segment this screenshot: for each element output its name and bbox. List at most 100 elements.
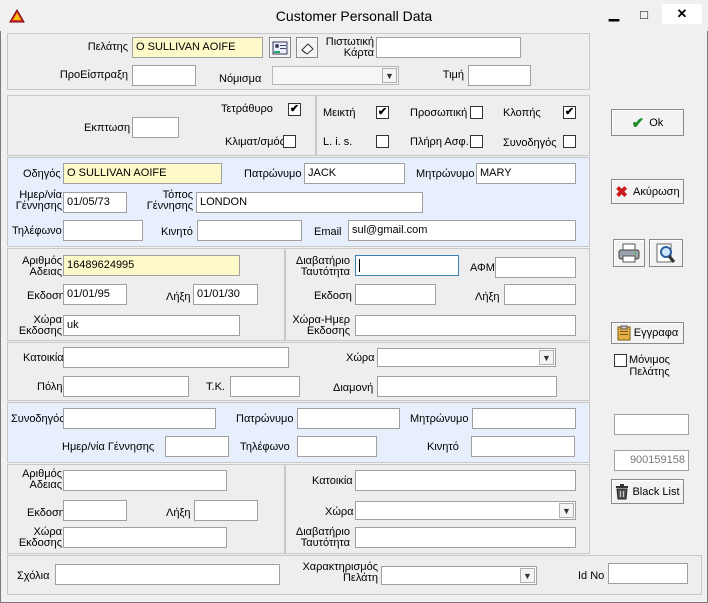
driver-phone-field[interactable] — [63, 220, 143, 241]
theft-label: Κλοπής — [503, 107, 541, 119]
four-door-checkbox[interactable]: ✔ — [288, 103, 301, 116]
zip-field[interactable] — [230, 376, 300, 397]
id-field[interactable] — [608, 563, 688, 584]
codriver-field[interactable] — [63, 408, 216, 429]
blacklist-button[interactable]: Black List — [611, 479, 684, 504]
codriver-issue-field[interactable] — [63, 500, 127, 521]
trash-icon — [616, 483, 629, 499]
id-label: Id No — [578, 570, 605, 582]
ac-checkbox[interactable] — [283, 135, 296, 148]
codriver-cc-label: Χώρα — [325, 506, 354, 518]
permanent-customer-checkbox[interactable] — [614, 354, 627, 367]
license-number-label: Αριθμός Αδειας — [22, 255, 62, 278]
country-label: Χώρα — [346, 352, 375, 364]
codriver-father-field[interactable] — [297, 408, 400, 429]
characterization-label: Χαρακτηρισμός Πελάτη — [302, 561, 378, 584]
price-field[interactable] — [468, 65, 531, 86]
documents-button[interactable]: Εγγραφα — [611, 322, 684, 344]
side-field-1[interactable] — [614, 414, 689, 435]
ac-label: Κλιματ/σμός — [225, 136, 285, 148]
driver-mother-field[interactable]: MARY — [476, 163, 576, 184]
customer-field[interactable]: O SULLIVAN AOIFE — [132, 37, 263, 58]
driver-label: Οδηγός — [23, 168, 61, 180]
mixed-label: Μεικτή — [323, 107, 356, 119]
codriver-father-label: Πατρώνυμο — [236, 413, 294, 425]
maximize-button[interactable]: □ — [630, 4, 658, 24]
driver-father-label: Πατρώνυμο — [244, 168, 302, 180]
country-select[interactable]: ▼ — [377, 348, 556, 367]
codriver-country-label: Χώρα Εκδοσης — [18, 526, 62, 549]
personal-label: Προσωπική — [410, 107, 468, 119]
driver-field[interactable]: O SULLIVAN AOIFE — [63, 163, 222, 184]
advance-field[interactable] — [132, 65, 196, 86]
codriver-country-field[interactable] — [63, 527, 227, 548]
full-insurance-checkbox[interactable] — [470, 135, 483, 148]
side-field-2: 900159158 — [614, 450, 689, 471]
codriver-residence-field[interactable] — [355, 470, 576, 491]
passport-field[interactable] — [355, 255, 459, 276]
mixed-checkbox[interactable]: ✔ — [376, 106, 389, 119]
credit-card-field[interactable] — [376, 37, 521, 58]
license-issue-field[interactable]: 01/01/95 — [63, 284, 127, 305]
codriver-country-select[interactable]: ▼ — [355, 501, 576, 520]
stay-field[interactable] — [377, 376, 557, 397]
chevron-down-icon: ▼ — [382, 68, 397, 83]
city-label: Πόλη — [37, 381, 63, 393]
theft-checkbox[interactable]: ✔ — [563, 106, 576, 119]
license-country-field[interactable]: uk — [63, 315, 240, 336]
codriver-mobile-field[interactable] — [471, 436, 575, 457]
codriver-issue-label: Εκδοση — [27, 507, 65, 519]
driver-father-field[interactable]: JACK — [304, 163, 405, 184]
chevron-down-icon: ▼ — [559, 503, 574, 518]
stay-label: Διαμονή — [333, 382, 374, 394]
afm-field[interactable] — [495, 257, 576, 278]
license-country-label: Χώρα Εκδοσης — [18, 314, 62, 337]
codriver-passport-label: Διαβατήριο Ταυτότητα — [295, 526, 350, 549]
codriver-mother-field[interactable] — [472, 408, 576, 429]
codriver-phone-field[interactable] — [297, 436, 377, 457]
city-field[interactable] — [63, 376, 189, 397]
credit-card-label: Πιστωτική Κάρτα — [325, 36, 374, 59]
driver-email-label: Email — [314, 226, 342, 238]
codriver-birth-field[interactable] — [165, 436, 229, 457]
price-label: Τιμή — [442, 69, 464, 81]
chevron-down-icon: ▼ — [520, 568, 535, 583]
residence-label: Κατοικία — [23, 352, 64, 364]
license-expiry-field[interactable]: 01/01/30 — [193, 284, 258, 305]
personal-checkbox[interactable] — [470, 106, 483, 119]
comments-label: Σχόλια — [17, 570, 50, 582]
print-button[interactable] — [613, 239, 645, 267]
codriver-license-field[interactable] — [63, 470, 227, 491]
customer-card-button[interactable] — [269, 37, 291, 58]
customer-erase-button[interactable] — [296, 37, 318, 58]
driver-option-label: Συνοδηγός — [503, 137, 557, 149]
driver-phone-label: Τηλέφωνο — [12, 225, 62, 237]
driver-birth-field[interactable]: 01/05/73 — [63, 192, 127, 213]
driver-mobile-label: Κινητό — [161, 226, 193, 238]
passport-country-field[interactable] — [355, 315, 576, 336]
codriver-passport-field[interactable] — [355, 527, 576, 548]
minimize-button[interactable]: ▁ — [600, 4, 628, 24]
discount-field[interactable] — [132, 117, 179, 138]
close-button[interactable]: ✕ — [662, 4, 702, 24]
driver-option-checkbox[interactable] — [563, 135, 576, 148]
residence-field[interactable] — [63, 347, 289, 368]
codriver-phone-label: Τηλέφωνο — [240, 441, 290, 453]
currency-select[interactable]: ▼ — [272, 66, 399, 85]
lis-checkbox[interactable] — [376, 135, 389, 148]
ok-button[interactable]: ✔ Ok — [611, 109, 684, 136]
cancel-button[interactable]: ✖ Ακύρωση — [611, 179, 684, 204]
license-expiry-label: Λήξη — [166, 291, 191, 303]
license-number-field[interactable]: 16489624995 — [63, 255, 240, 276]
passport-issue-field[interactable] — [355, 284, 436, 305]
codriver-expiry-field[interactable] — [194, 500, 258, 521]
passport-expiry-field[interactable] — [504, 284, 576, 305]
driver-email-field[interactable]: sul@gmail.com — [348, 220, 576, 241]
comments-field[interactable] — [55, 564, 280, 585]
driver-place-field[interactable]: LONDON — [196, 192, 423, 213]
clipboard-icon — [617, 325, 631, 341]
preview-button[interactable] — [649, 239, 683, 267]
full-insurance-label: Πλήρη Ασφ. — [410, 136, 469, 148]
characterization-select[interactable]: ▼ — [381, 566, 537, 585]
driver-mobile-field[interactable] — [197, 220, 302, 241]
